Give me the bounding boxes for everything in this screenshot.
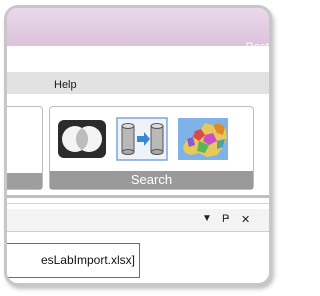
- europe-map-icon: [178, 118, 228, 160]
- database-transfer-icon: [116, 117, 168, 161]
- app-window: Rest Help Search ▼ Ҏ ✕ esLabImport.xlsx]: [4, 5, 272, 286]
- menu-help[interactable]: Help: [54, 79, 77, 91]
- map-button[interactable]: [177, 117, 229, 161]
- panel-header: ▼ Ҏ ✕: [7, 209, 269, 232]
- venn-button[interactable]: [56, 117, 108, 161]
- app-title: Rest: [245, 41, 269, 53]
- document-panel: ▼ Ҏ ✕ esLabImport.xlsx]: [7, 209, 269, 283]
- ribbon-group-partial: [7, 106, 43, 190]
- ribbon-divider-thin: [7, 203, 269, 204]
- ribbon-group-search: Search: [49, 106, 254, 190]
- search-group-label[interactable]: Search: [50, 171, 253, 189]
- venn-circles-icon: [58, 120, 106, 158]
- title-bar: [7, 8, 269, 46]
- document-name: esLabImport.xlsx]: [40, 253, 135, 267]
- menu-bar: Help: [7, 72, 269, 95]
- ribbon-group-partial-label: [7, 173, 42, 189]
- pin-icon[interactable]: Ҏ: [222, 213, 229, 225]
- ribbon-divider: [7, 195, 269, 198]
- ribbon: Search: [7, 94, 269, 198]
- data-transfer-button[interactable]: [116, 117, 168, 161]
- document-tab[interactable]: esLabImport.xlsx]: [7, 243, 140, 278]
- chevron-down-icon[interactable]: ▼: [202, 213, 212, 224]
- close-icon[interactable]: ✕: [241, 213, 250, 226]
